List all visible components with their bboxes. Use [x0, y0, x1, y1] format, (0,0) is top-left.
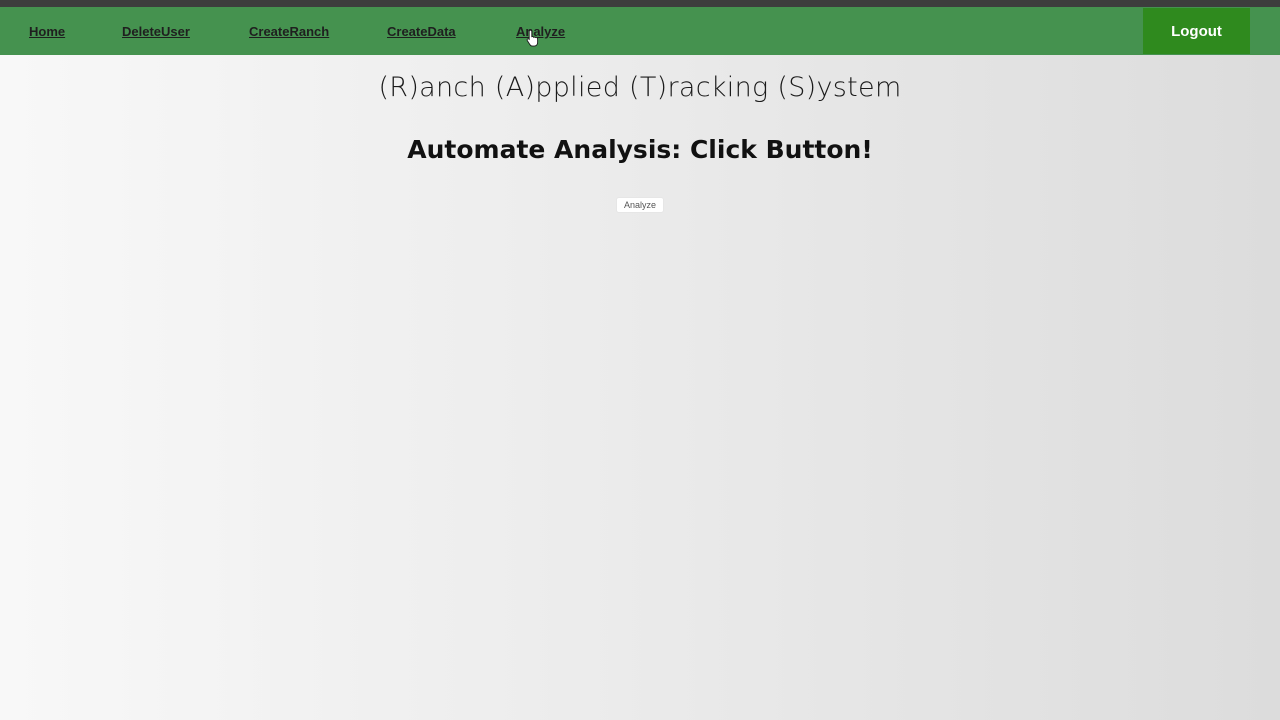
nav-link-create-ranch[interactable]: CreateRanch: [249, 24, 329, 39]
window-top-strip: [0, 0, 1280, 7]
page-title: (R)anch (A)pplied (T)racking (S)ystem: [378, 72, 902, 103]
logout-button[interactable]: Logout: [1143, 8, 1250, 54]
page-subtitle: Automate Analysis: Click Button!: [407, 135, 873, 164]
nav-link-delete-user[interactable]: DeleteUser: [122, 24, 190, 39]
hand-pointer-icon: [526, 29, 539, 47]
nav-link-home[interactable]: Home: [29, 24, 65, 39]
nav-link-create-data[interactable]: CreateData: [387, 24, 456, 39]
top-navbar: Home DeleteUser CreateRanch CreateData A…: [0, 7, 1280, 55]
analyze-button[interactable]: Analyze: [616, 197, 664, 213]
nav-link-analyze[interactable]: Analyze: [516, 24, 565, 39]
